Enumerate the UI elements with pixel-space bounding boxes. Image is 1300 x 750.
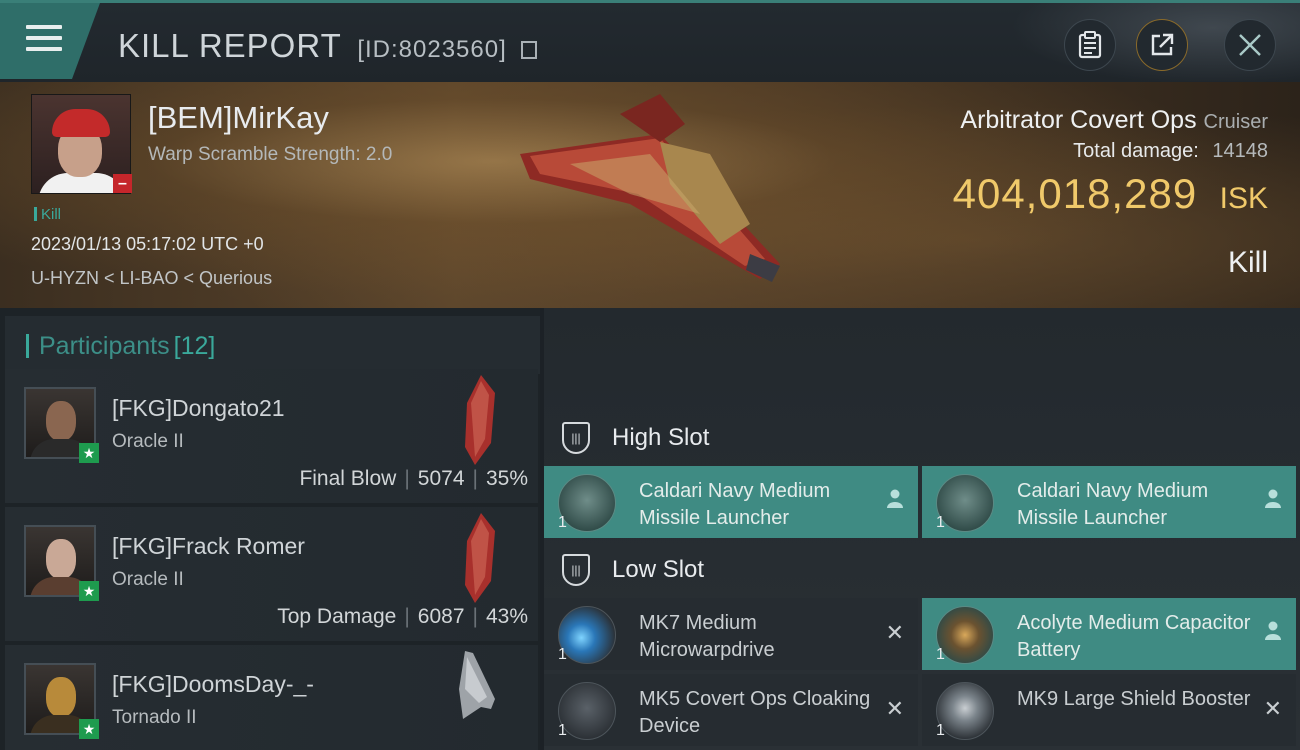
isk-unit: ISK xyxy=(1219,182,1268,215)
module-quantity: 1 xyxy=(936,514,945,531)
title-text: KILL REPORT xyxy=(118,27,342,64)
star-icon: ★ xyxy=(79,443,99,463)
isk-value: 404,018,289 xyxy=(952,170,1198,217)
share-icon xyxy=(1151,33,1174,56)
clipboard-button[interactable] xyxy=(1064,19,1116,71)
total-damage-label: Total damage: xyxy=(1073,140,1199,162)
victim-ship-name: Arbitrator Covert Ops Cruiser xyxy=(960,106,1268,135)
participant-ship-image xyxy=(465,513,495,603)
warp-scramble-strength: Warp Scramble Strength: 2.0 xyxy=(148,144,393,165)
participant-role: Top Damage xyxy=(277,605,397,628)
module-quantity: 1 xyxy=(558,646,567,663)
participant-row[interactable]: ★ [FKG]Frack Romer Oracle II Top Damage |… xyxy=(5,507,538,641)
shield-slot-icon: ||| xyxy=(562,554,590,586)
total-damage: Total damage: 14148 xyxy=(1073,140,1268,163)
copy-icon[interactable] xyxy=(520,41,537,59)
participant-damage: 5074 xyxy=(417,467,465,490)
hostile-status-icon: – xyxy=(113,174,132,193)
participant-ship: Oracle II xyxy=(112,431,184,452)
module-slot[interactable]: 1 Caldari Navy Medium Missile Launcher xyxy=(922,466,1296,538)
close-button[interactable] xyxy=(1224,19,1276,71)
x-icon: ✕ xyxy=(885,696,904,721)
total-damage-value: 14148 xyxy=(1212,140,1268,162)
participant-ship: Tornado II xyxy=(112,707,197,728)
participant-ship: Oracle II xyxy=(112,569,184,590)
slot-title: Low Slot xyxy=(612,556,705,583)
star-icon: ★ xyxy=(79,719,99,739)
fitting-panel: ||| High Slot 1 Caldari Navy Medium Miss… xyxy=(544,308,1300,750)
module-slot[interactable]: 1 Caldari Navy Medium Missile Launcher xyxy=(544,466,918,538)
person-icon xyxy=(1264,620,1282,646)
menu-button[interactable] xyxy=(0,3,100,79)
isk-value-line: 404,018,289 ISK xyxy=(953,170,1268,218)
module-name: Caldari Navy Medium Missile Launcher xyxy=(1017,480,1209,529)
person-icon xyxy=(886,488,904,514)
hamburger-icon xyxy=(26,25,62,53)
report-id: [ID:8023560] xyxy=(357,36,507,63)
module-slot[interactable]: 1 MK9 Large Shield Booster ✕ xyxy=(922,674,1296,746)
module-slot[interactable]: 1 Acolyte Medium Capacitor Battery xyxy=(922,598,1296,670)
x-icon: ✕ xyxy=(885,620,904,645)
module-slot[interactable]: 1 MK7 Medium Microwarpdrive ✕ xyxy=(544,598,918,670)
module-name: Acolyte Medium Capacitor Battery xyxy=(1017,612,1251,661)
person-icon xyxy=(1264,488,1282,514)
star-icon: ★ xyxy=(79,581,99,601)
module-name: MK5 Covert Ops Cloaking Device xyxy=(639,688,871,737)
module-quantity: 1 xyxy=(936,722,945,739)
participants-count: [12] xyxy=(173,332,216,360)
module-name: Caldari Navy Medium Missile Launcher xyxy=(639,480,831,529)
participants-header: Participants [12] xyxy=(5,316,540,374)
share-button[interactable] xyxy=(1136,19,1188,71)
participant-name[interactable]: [FKG]DoomsDay-_- xyxy=(112,671,314,698)
participant-ship-image xyxy=(459,651,495,719)
slot-title: High Slot xyxy=(612,424,710,451)
module-name: MK7 Medium Microwarpdrive xyxy=(639,612,775,661)
module-name: MK9 Large Shield Booster xyxy=(1017,688,1251,710)
participant-percent: 35% xyxy=(485,467,528,490)
low-slot-header: ||| Low Slot xyxy=(562,552,704,588)
participant-damage: 6087 xyxy=(417,605,465,628)
victim-banner: – [BEM]MirKay Warp Scramble Strength: 2.… xyxy=(0,82,1300,308)
kill-result: Kill xyxy=(1227,246,1268,279)
participant-stats: Top Damage | 6087 | 43% xyxy=(277,605,528,628)
high-slot-header: ||| High Slot xyxy=(562,420,709,456)
kill-tag: Kill xyxy=(34,206,61,223)
participant-name[interactable]: [FKG]Frack Romer xyxy=(112,533,305,560)
module-quantity: 1 xyxy=(558,722,567,739)
kill-location[interactable]: U-HYZN < LI-BAO < Querious xyxy=(31,268,272,289)
participants-label: Participants xyxy=(39,332,170,360)
participant-row[interactable]: ★ [FKG]DoomsDay-_- Tornado II xyxy=(5,645,538,750)
x-icon: ✕ xyxy=(1263,696,1282,721)
close-icon xyxy=(1239,34,1261,56)
participant-ship-image xyxy=(465,375,495,465)
clipboard-icon xyxy=(1078,31,1102,59)
module-quantity: 1 xyxy=(936,646,945,663)
participant-row[interactable]: ★ [FKG]Dongato21 Oracle II Final Blow | 50… xyxy=(5,369,538,503)
participant-role: Final Blow xyxy=(299,467,397,490)
ship-class: Cruiser xyxy=(1203,111,1268,133)
participant-stats: Final Blow | 5074 | 35% xyxy=(299,467,528,490)
victim-ship-image xyxy=(520,94,780,282)
title-bar: KILL REPORT [ID:8023560] xyxy=(0,0,1300,85)
module-slot[interactable]: 1 MK5 Covert Ops Cloaking Device ✕ xyxy=(544,674,918,746)
participant-percent: 43% xyxy=(485,605,528,628)
victim-name[interactable]: [BEM]MirKay xyxy=(148,100,329,136)
ship-name-text[interactable]: Arbitrator Covert Ops xyxy=(960,106,1196,134)
participant-name[interactable]: [FKG]Dongato21 xyxy=(112,395,285,422)
module-quantity: 1 xyxy=(558,514,567,531)
shield-slot-icon: ||| xyxy=(562,422,590,454)
kill-timestamp: 2023/01/13 05:17:02 UTC +0 xyxy=(31,234,264,254)
page-title: KILL REPORT [ID:8023560] xyxy=(118,27,537,65)
participants-panel: Participants [12] ★ [FKG]Dongato21 Oracle… xyxy=(0,308,540,750)
